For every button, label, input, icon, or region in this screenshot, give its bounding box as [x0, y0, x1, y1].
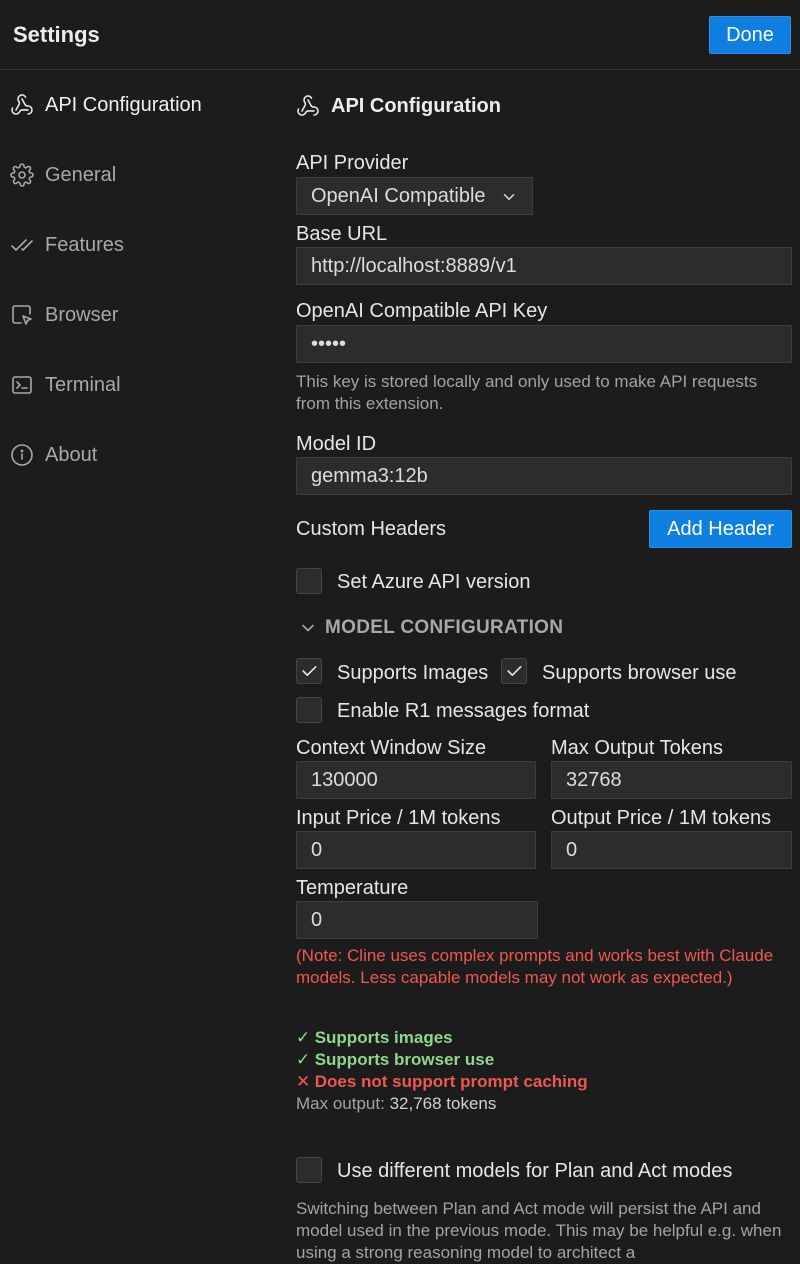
api-key-hint: This key is stored locally and only used… [296, 372, 758, 413]
sidebar-item-label: About [45, 443, 98, 466]
max-output-value: 32768 [566, 768, 622, 791]
checks-icon [10, 233, 34, 257]
input-price-input[interactable]: 0 [296, 831, 536, 869]
check-icon: ✓ [296, 1028, 311, 1047]
supports-images-label: Supports Images [337, 662, 489, 684]
api-provider-label: API Provider [296, 152, 409, 174]
sidebar-item-label: API Configuration [45, 93, 202, 116]
base-url-value: http://localhost:8889/v1 [311, 254, 517, 277]
sidebar-item-about[interactable]: About [0, 430, 265, 480]
plan-act-models-checkbox[interactable] [296, 1157, 322, 1183]
r1-format-checkbox[interactable] [296, 697, 322, 723]
api-key-input[interactable]: ••••• [296, 325, 792, 363]
capability-browser-text: Supports browser use [314, 1050, 495, 1069]
temperature-input[interactable]: 0 [296, 901, 538, 939]
output-price-label: Output Price / 1M tokens [551, 807, 772, 829]
capability-caching-text: Does not support prompt caching [314, 1072, 588, 1091]
api-provider-select[interactable]: OpenAI Compatible [296, 177, 533, 215]
check-icon: ✓ [296, 1050, 311, 1069]
sidebar-item-api-configuration[interactable]: API Configuration [0, 80, 265, 130]
add-header-button[interactable]: Add Header [649, 510, 792, 548]
supports-browser-label: Supports browser use [542, 662, 737, 684]
webhook-icon [296, 94, 320, 118]
sidebar-item-features[interactable]: Features [0, 220, 265, 270]
temperature-value: 0 [311, 908, 323, 931]
info-icon [10, 443, 34, 467]
plan-act-hint: Switching between Plan and Act mode will… [296, 1199, 782, 1262]
capability-browser: ✓ Supports browser use [296, 1050, 494, 1070]
max-output-info: Max output: 32,768 tokens [296, 1094, 496, 1114]
base-url-label: Base URL [296, 223, 388, 245]
max-output-input[interactable]: 32768 [551, 761, 792, 799]
output-price-input[interactable]: 0 [551, 831, 792, 869]
sidebar-item-terminal[interactable]: Terminal [0, 360, 265, 410]
output-price-value: 0 [566, 838, 578, 861]
capability-images-text: Supports images [314, 1028, 453, 1047]
max-output-label: Max Output Tokens [551, 737, 723, 759]
context-window-value: 130000 [311, 768, 378, 791]
sidebar-item-label: Browser [45, 303, 119, 326]
sidebar-item-label: General [45, 163, 117, 186]
sidebar-item-label: Features [45, 233, 124, 256]
input-price-value: 0 [311, 838, 323, 861]
webhook-icon [10, 93, 34, 117]
close-icon: ✕ [296, 1072, 311, 1091]
model-id-input[interactable]: gemma3:12b [296, 457, 792, 495]
done-button[interactable]: Done [709, 16, 791, 54]
custom-headers-label: Custom Headers [296, 518, 447, 540]
azure-api-version-checkbox[interactable] [296, 568, 322, 594]
section-title: API Configuration [331, 95, 501, 117]
sidebar-item-label: Terminal [45, 373, 121, 396]
chevron-down-icon[interactable] [298, 618, 318, 638]
page-title: Settings [13, 22, 100, 47]
model-id-label: Model ID [296, 433, 377, 455]
supports-browser-checkbox[interactable] [501, 658, 527, 684]
sidebar-item-general[interactable]: General [0, 150, 265, 200]
supports-images-checkbox[interactable] [296, 658, 322, 684]
api-key-value: ••••• [311, 332, 347, 355]
browser-pointer-icon [10, 303, 34, 327]
max-output-info-label: Max output: [296, 1094, 385, 1113]
context-window-input[interactable]: 130000 [296, 761, 536, 799]
sidebar-item-browser[interactable]: Browser [0, 290, 265, 340]
model-warning-note: (Note: Cline uses complex prompts and wo… [296, 946, 774, 987]
plan-act-models-label: Use different models for Plan and Act mo… [337, 1160, 733, 1182]
api-key-label: OpenAI Compatible API Key [296, 300, 548, 322]
settings-header: Settings Done [0, 0, 800, 70]
check-icon [302, 666, 317, 676]
input-price-label: Input Price / 1M tokens [296, 807, 501, 829]
model-id-value: gemma3:12b [311, 464, 428, 487]
r1-format-label: Enable R1 messages format [337, 700, 590, 722]
azure-api-version-label: Set Azure API version [337, 571, 531, 593]
terminal-icon [10, 373, 34, 397]
temperature-label: Temperature [296, 877, 409, 899]
max-output-info-value: 32,768 tokens [389, 1094, 497, 1113]
chevron-down-icon [500, 188, 518, 206]
check-icon [507, 666, 522, 676]
capability-images: ✓ Supports images [296, 1028, 453, 1048]
context-window-label: Context Window Size [296, 737, 487, 759]
model-configuration-toggle[interactable]: MODEL CONFIGURATION [325, 617, 563, 639]
capability-caching: ✕ Does not support prompt caching [296, 1072, 588, 1092]
api-provider-value: OpenAI Compatible [311, 184, 486, 207]
gear-icon [10, 163, 34, 187]
base-url-input[interactable]: http://localhost:8889/v1 [296, 247, 792, 285]
